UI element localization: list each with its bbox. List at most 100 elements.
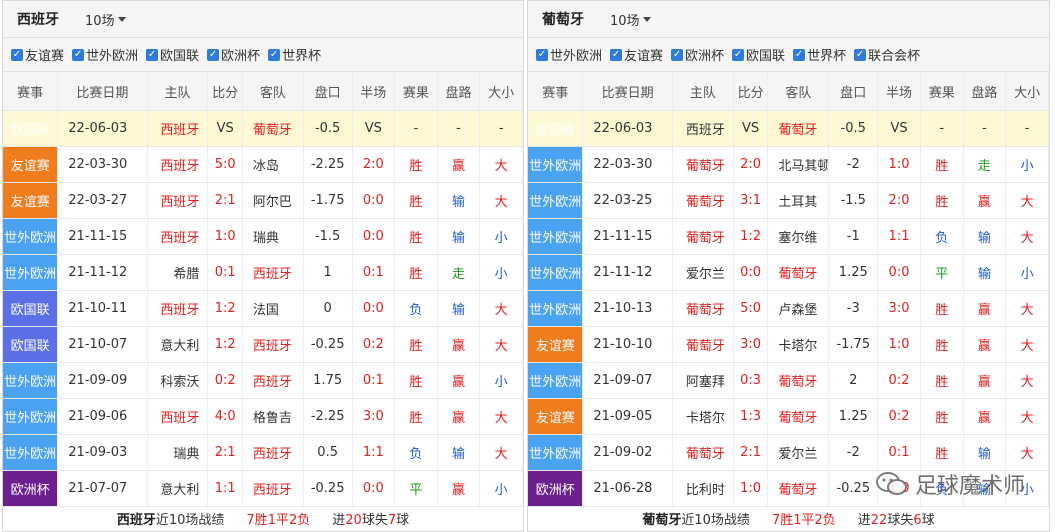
right-count-select[interactable]: 10场 — [610, 10, 651, 29]
away-team-cell[interactable]: 葡萄牙 — [767, 398, 830, 435]
away-team-cell[interactable]: 瑞典 — [242, 218, 304, 255]
handicap-result-cell: 赢 — [437, 146, 481, 183]
match-row[interactable]: 世外欧洲 21-10-13 葡萄牙 5:0 卢森堡 -3 3:0 胜赢大 — [528, 290, 1049, 327]
result-cell: 负 — [394, 290, 438, 327]
filter-checkbox[interactable]: ✓ 世外欧洲 — [72, 45, 138, 64]
home-team-cell[interactable]: 西班牙 — [147, 110, 209, 147]
match-row[interactable]: 友谊赛 21-10-10 葡萄牙 3:0 卡塔尔 -1.75 1:0 胜赢大 — [528, 326, 1049, 363]
home-team-cell[interactable]: 西班牙 — [147, 398, 209, 435]
home-team-cell[interactable]: 西班牙 — [672, 110, 734, 147]
match-row[interactable]: 欧国联 22-06-03 西班牙 VS 葡萄牙 -0.5 VS - - - — [3, 110, 523, 147]
away-team-cell[interactable]: 塞尔维 — [767, 218, 830, 255]
filter-checkbox[interactable]: ✓ 世界杯 — [793, 45, 846, 64]
home-team-cell[interactable]: 卡塔尔 — [672, 398, 734, 435]
away-team-cell[interactable]: 北马其顿 — [767, 146, 830, 183]
home-team-cell[interactable]: 葡萄牙 — [672, 218, 734, 255]
away-team-cell[interactable]: 格鲁吉 — [242, 398, 304, 435]
home-team-cell[interactable]: 爱尔兰 — [672, 254, 734, 291]
halftime-cell: 1:1 — [352, 434, 396, 471]
away-team-cell[interactable]: 葡萄牙 — [767, 254, 830, 291]
away-team-cell[interactable]: 葡萄牙 — [767, 110, 830, 147]
away-team-cell[interactable]: 西班牙 — [242, 434, 304, 471]
score-cell: 3:0 — [733, 326, 769, 363]
match-row[interactable]: 欧国联 21-10-07 意大利 1:2 西班牙 -0.25 0:2 胜赢大 — [3, 326, 523, 363]
home-team-cell[interactable]: 西班牙 — [147, 182, 209, 219]
away-team-cell[interactable]: 法国 — [242, 290, 304, 327]
away-team-cell[interactable]: 葡萄牙 — [767, 470, 830, 507]
match-row[interactable]: 友谊赛 21-09-05 卡塔尔 1:3 葡萄牙 1.25 0:2 胜赢大 — [528, 398, 1049, 435]
home-team-cell[interactable]: 阿塞拜 — [672, 362, 734, 399]
home-team-cell[interactable]: 科索沃 — [147, 362, 209, 399]
match-row[interactable]: 世外欧洲 22-03-25 葡萄牙 3:1 土耳其 -1.5 2:0 胜赢大 — [528, 182, 1049, 219]
away-team-cell[interactable]: 西班牙 — [242, 326, 304, 363]
left-filter-bar: ✓ 友谊赛 ✓ 世外欧洲 ✓ 欧国联 ✓ 欧洲杯 ✓ 世界杯 — [3, 38, 523, 72]
over-under-cell: - — [479, 110, 523, 147]
away-team-cell[interactable]: 西班牙 — [242, 470, 304, 507]
match-row[interactable]: 世外欧洲 21-11-12 爱尔兰 0:0 葡萄牙 1.25 0:0 平输小 — [528, 254, 1049, 291]
score-cell: 1:2 — [207, 326, 243, 363]
away-team-cell[interactable]: 冰岛 — [242, 146, 304, 183]
filter-checkbox[interactable]: ✓ 世界杯 — [268, 45, 321, 64]
away-team-cell[interactable]: 葡萄牙 — [242, 110, 304, 147]
match-row[interactable]: 世外欧洲 21-09-03 瑞典 2:1 西班牙 0.5 1:1 负输大 — [3, 434, 523, 471]
over-under-cell: 大 — [479, 290, 523, 327]
filter-checkbox[interactable]: ✓ 友谊赛 — [610, 45, 663, 64]
away-team-cell[interactable]: 土耳其 — [767, 182, 830, 219]
handicap-result-cell: 输 — [963, 254, 1007, 291]
away-team-cell[interactable]: 卡塔尔 — [767, 326, 830, 363]
home-team-cell[interactable]: 比利时 — [672, 470, 734, 507]
match-row[interactable]: 世外欧洲 22-03-30 葡萄牙 2:0 北马其顿 -2 1:0 胜走小 — [528, 146, 1049, 183]
column-header: 赛事 — [528, 72, 584, 111]
match-row[interactable]: 世外欧洲 21-11-15 西班牙 1:0 瑞典 -1.5 0:0 胜输小 — [3, 218, 523, 255]
away-team-cell[interactable]: 爱尔兰 — [767, 434, 830, 471]
match-row[interactable]: 欧国联 22-06-03 西班牙 VS 葡萄牙 -0.5 VS - - - — [528, 110, 1049, 147]
filter-checkbox[interactable]: ✓ 欧洲杯 — [671, 45, 724, 64]
handicap-cell: -1.75 — [303, 182, 353, 219]
halftime-cell: 0:1 — [877, 434, 921, 471]
filter-checkbox[interactable]: ✓ 欧国联 — [146, 45, 199, 64]
match-row[interactable]: 世外欧洲 21-09-02 葡萄牙 2:1 爱尔兰 -2 0:1 胜输大 — [528, 434, 1049, 471]
filter-checkbox[interactable]: ✓ 欧国联 — [732, 45, 785, 64]
filter-checkbox[interactable]: ✓ 友谊赛 — [11, 45, 64, 64]
column-header: 客队 — [767, 72, 830, 111]
away-team-cell[interactable]: 葡萄牙 — [767, 362, 830, 399]
home-team-cell[interactable]: 意大利 — [147, 326, 209, 363]
handicap-result-cell: 走 — [963, 146, 1007, 183]
away-team-cell[interactable]: 西班牙 — [242, 362, 304, 399]
right-summary-label: 近10场战绩 — [681, 512, 750, 528]
home-team-cell[interactable]: 西班牙 — [147, 290, 209, 327]
date-cell: 21-11-15 — [57, 218, 148, 255]
handicap-result-cell: 输 — [437, 182, 481, 219]
result-cell: 胜 — [394, 218, 438, 255]
handicap-result-cell: 输 — [437, 290, 481, 327]
match-row[interactable]: 友谊赛 22-03-27 西班牙 2:1 阿尔巴 -1.75 0:0 胜输大 — [3, 182, 523, 219]
filter-checkbox[interactable]: ✓ 欧洲杯 — [207, 45, 260, 64]
home-team-cell[interactable]: 葡萄牙 — [672, 182, 734, 219]
home-team-cell[interactable]: 瑞典 — [147, 434, 209, 471]
home-team-cell[interactable]: 葡萄牙 — [672, 290, 734, 327]
match-row[interactable]: 欧洲杯 21-07-07 意大利 1:1 西班牙 -0.25 0:0 平赢小 — [3, 470, 523, 507]
match-row[interactable]: 世外欧洲 21-09-07 阿塞拜 0:3 葡萄牙 2 0:2 胜赢大 — [528, 362, 1049, 399]
match-row[interactable]: 世外欧洲 21-11-12 希腊 0:1 西班牙 1 0:1 胜走小 — [3, 254, 523, 291]
left-count-select[interactable]: 10场 — [85, 10, 126, 29]
away-team-cell[interactable]: 卢森堡 — [767, 290, 830, 327]
filter-checkbox[interactable]: ✓ 世外欧洲 — [536, 45, 602, 64]
result-cell: 胜 — [920, 398, 964, 435]
match-row[interactable]: 世外欧洲 21-11-15 葡萄牙 1:2 塞尔维 -1 1:1 负输大 — [528, 218, 1049, 255]
away-team-cell[interactable]: 阿尔巴 — [242, 182, 304, 219]
match-row[interactable]: 友谊赛 22-03-30 西班牙 5:0 冰岛 -2.25 2:0 胜赢大 — [3, 146, 523, 183]
home-team-cell[interactable]: 希腊 — [147, 254, 209, 291]
away-team-cell[interactable]: 西班牙 — [242, 254, 304, 291]
match-row[interactable]: 欧国联 21-10-11 西班牙 1:2 法国 0 0:0 负输大 — [3, 290, 523, 327]
handicap-cell: 1.25 — [828, 254, 879, 291]
filter-checkbox[interactable]: ✓ 联合会杯 — [854, 45, 920, 64]
over-under-cell: 大 — [1005, 218, 1049, 255]
home-team-cell[interactable]: 意大利 — [147, 470, 209, 507]
match-row[interactable]: 世外欧洲 21-09-09 科索沃 0:2 西班牙 1.75 0:1 胜赢小 — [3, 362, 523, 399]
home-team-cell[interactable]: 葡萄牙 — [672, 146, 734, 183]
home-team-cell[interactable]: 葡萄牙 — [672, 434, 734, 471]
home-team-cell[interactable]: 西班牙 — [147, 218, 209, 255]
home-team-cell[interactable]: 西班牙 — [147, 146, 209, 183]
match-row[interactable]: 世外欧洲 21-09-06 西班牙 4:0 格鲁吉 -2.25 3:0 胜赢大 — [3, 398, 523, 435]
home-team-cell[interactable]: 葡萄牙 — [672, 326, 734, 363]
